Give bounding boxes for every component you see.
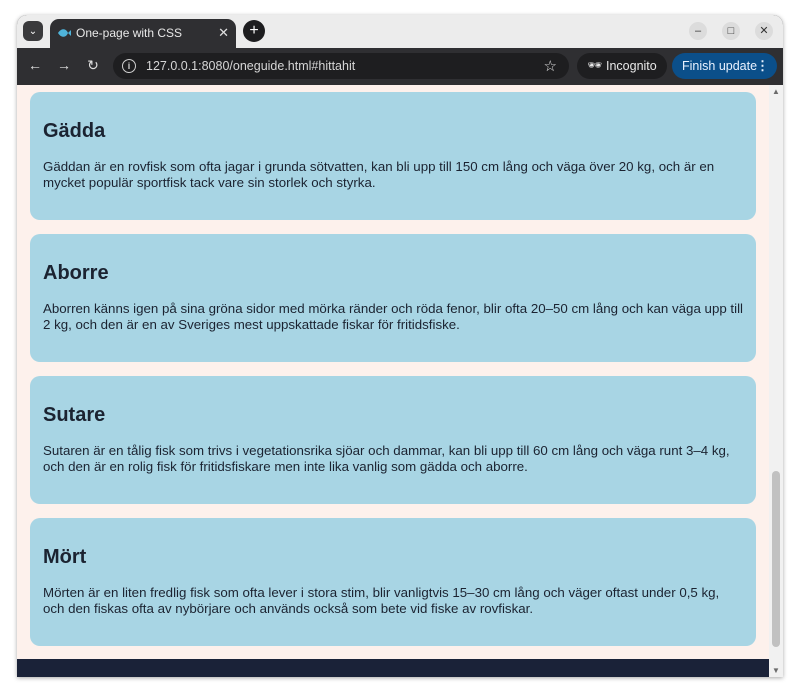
card-title: Aborre bbox=[43, 262, 109, 284]
incognito-label: Incognito bbox=[606, 59, 657, 73]
fish-card-gadda: Gädda Gäddan är en rovfisk som ofta jaga… bbox=[30, 92, 756, 220]
site-info-icon[interactable]: i bbox=[122, 59, 136, 73]
scroll-up-icon[interactable]: ▲ bbox=[772, 87, 780, 96]
tab-search-button[interactable]: ⌄ bbox=[23, 21, 43, 41]
fish-card-mort: Mört Mörten är en liten fredlig fisk som… bbox=[30, 518, 756, 646]
card-text: Mörten är en liten fredlig fisk som ofta… bbox=[43, 585, 720, 616]
card-text: Sutaren är en tålig fisk som trivs i veg… bbox=[43, 443, 730, 474]
new-tab-button[interactable]: + bbox=[243, 20, 265, 42]
plus-icon: + bbox=[249, 22, 259, 39]
more-vert-icon[interactable]: ⋮ bbox=[756, 58, 769, 74]
page-viewport: Gädda Gäddan är en rovfisk som ofta jaga… bbox=[17, 85, 783, 677]
incognito-indicator[interactable]: 🕶 Incognito bbox=[577, 53, 667, 79]
card-text: Aborren känns igen på sina gröna sidor m… bbox=[43, 301, 743, 332]
browser-window: ⌄ One-page with CSS ✕ + – □ ✕ ← → ↻ i 12… bbox=[17, 15, 783, 677]
fish-card-aborre: Aborre Aborren känns igen på sina gröna … bbox=[30, 234, 756, 362]
fish-card-sutare: Sutare Sutaren är en tålig fisk som triv… bbox=[30, 376, 756, 504]
finish-update-button[interactable]: Finish update ⋮ bbox=[672, 53, 777, 79]
finish-update-label: Finish update bbox=[682, 59, 758, 73]
maximize-button[interactable]: □ bbox=[722, 22, 740, 40]
scroll-down-icon[interactable]: ▼ bbox=[772, 666, 780, 675]
tab-active[interactable]: One-page with CSS ✕ bbox=[50, 19, 236, 48]
card-text: Gäddan är en rovfisk som ofta jagar i gr… bbox=[43, 159, 715, 190]
reload-icon[interactable]: ↻ bbox=[84, 57, 102, 74]
card-title: Mört bbox=[43, 546, 87, 568]
tab-title: One-page with CSS bbox=[76, 26, 183, 40]
url-text[interactable]: 127.0.0.1:8080/oneguide.html#hittahit bbox=[146, 59, 355, 73]
address-bar[interactable]: i 127.0.0.1:8080/oneguide.html#hittahit … bbox=[113, 53, 569, 79]
maximize-icon: □ bbox=[727, 25, 735, 37]
chevron-down-icon: ⌄ bbox=[28, 25, 38, 37]
incognito-icon: 🕶 bbox=[587, 58, 603, 72]
star-icon[interactable]: ☆ bbox=[544, 57, 557, 75]
card-title: Gädda bbox=[43, 120, 106, 142]
forward-icon[interactable]: → bbox=[55, 57, 73, 73]
scrollbar-thumb[interactable] bbox=[772, 471, 780, 647]
fish-icon bbox=[58, 29, 71, 37]
card-title: Sutare bbox=[43, 404, 106, 426]
minimize-button[interactable]: – bbox=[689, 22, 707, 40]
vertical-scrollbar[interactable]: ▲ ▼ bbox=[769, 85, 783, 677]
close-icon[interactable]: ✕ bbox=[218, 25, 229, 41]
toolbar: ← → ↻ i 127.0.0.1:8080/oneguide.html#hit… bbox=[17, 48, 783, 85]
tab-strip: ⌄ One-page with CSS ✕ + – □ ✕ bbox=[17, 15, 783, 48]
minimize-icon: – bbox=[694, 25, 702, 37]
close-window-button[interactable]: ✕ bbox=[755, 22, 773, 40]
page-footer bbox=[17, 659, 769, 677]
close-icon: ✕ bbox=[759, 25, 769, 37]
back-icon[interactable]: ← bbox=[26, 57, 44, 73]
